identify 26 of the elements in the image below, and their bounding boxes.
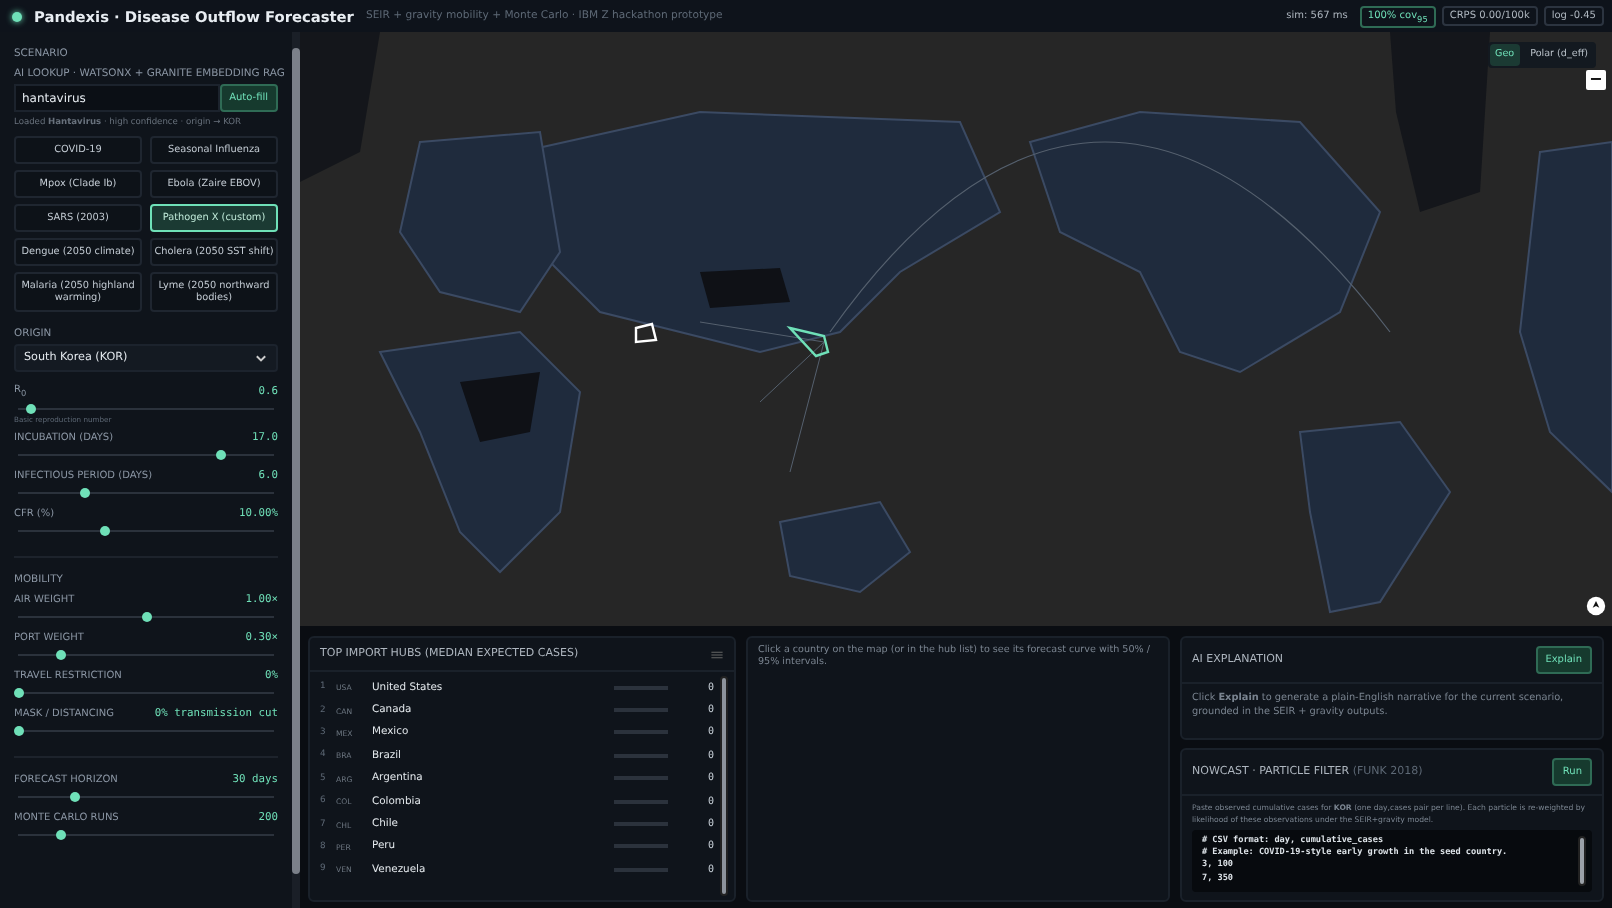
slider-thumb[interactable] xyxy=(56,650,67,660)
case-bar xyxy=(614,867,668,872)
slider-thumb[interactable] xyxy=(141,612,151,622)
case-bar xyxy=(614,685,668,690)
slider-thumb[interactable] xyxy=(79,488,90,498)
scrollbar[interactable] xyxy=(292,32,300,908)
chevron-icon xyxy=(254,353,268,363)
case-bar xyxy=(614,799,668,804)
slider-thumb[interactable] xyxy=(25,404,36,414)
scrollbar[interactable] xyxy=(720,676,728,896)
case-bar xyxy=(614,730,668,735)
case-bar xyxy=(614,776,668,781)
zoom-out-button[interactable]: − xyxy=(1586,70,1606,90)
case-bar xyxy=(614,844,668,849)
case-bar xyxy=(614,753,668,758)
slider-thumb[interactable] xyxy=(13,688,23,698)
slider-thumb[interactable] xyxy=(13,726,23,736)
case-bar xyxy=(614,708,668,713)
case-bar xyxy=(614,822,668,827)
list-icon xyxy=(710,649,724,659)
slider-thumb[interactable] xyxy=(100,526,111,536)
slider-thumb[interactable] xyxy=(215,450,226,460)
slider-thumb[interactable] xyxy=(69,792,80,802)
locate-icon[interactable] xyxy=(1586,596,1606,616)
status-dot xyxy=(12,11,22,21)
slider-thumb[interactable] xyxy=(56,830,67,840)
